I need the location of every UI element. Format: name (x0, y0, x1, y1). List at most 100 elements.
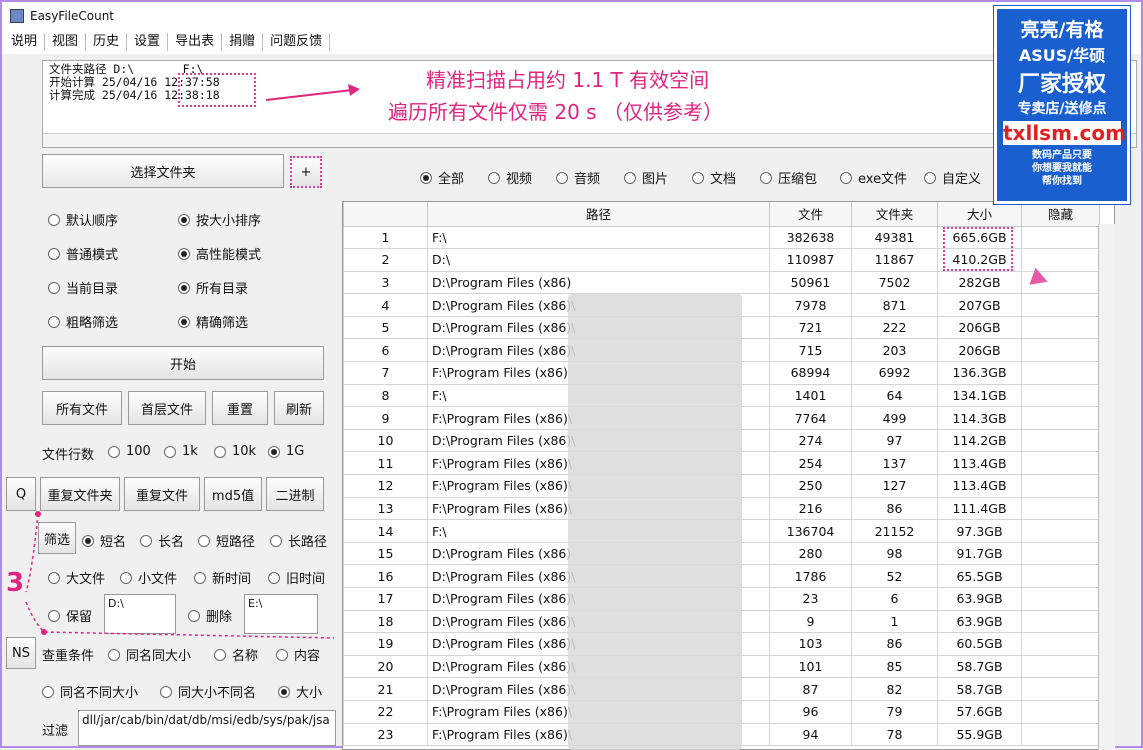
rows-1k-label: 1k (182, 444, 198, 459)
row-folders: 499 (851, 406, 938, 430)
type-document-radio[interactable]: 文档 (692, 168, 736, 187)
table-vscrollbar[interactable] (1098, 224, 1115, 750)
rows-100-label: 100 (126, 444, 151, 459)
select-folder-button[interactable]: 选择文件夹 (42, 154, 284, 188)
type-archive-radio[interactable]: 压缩包 (760, 168, 817, 187)
all-files-button[interactable]: 所有文件 (42, 391, 122, 425)
badge-line-6b: 你想要我就能 (1032, 163, 1092, 174)
badge-line-3: 厂家授权 (1017, 72, 1106, 97)
row-index: 15 (343, 541, 428, 566)
table-row[interactable]: 3 D:\Program Files (x86) 50961 7502 282GB (343, 270, 1100, 295)
same-size-diff-name-label: 同大小不同名 (178, 686, 257, 701)
row-size: 63.9GB (937, 609, 1022, 634)
size-radio[interactable]: 大小 (278, 682, 322, 701)
row-size: 111.4GB (937, 496, 1022, 521)
header-hidden[interactable]: 隐藏 (1021, 202, 1100, 227)
type-all-label: 全部 (438, 172, 465, 187)
rows-1g-radio[interactable]: 1G (268, 444, 304, 459)
row-size: 60.5GB (937, 632, 1022, 656)
row-index: 23 (343, 722, 428, 747)
row-files: 68994 (769, 361, 852, 385)
row-index: 5 (343, 315, 428, 340)
same-name-size-radio[interactable]: 同名同大小 (108, 645, 191, 664)
header-path[interactable]: 路径 (427, 202, 770, 227)
row-files: 50961 (769, 270, 852, 295)
filter-rough-label: 粗略筛选 (66, 316, 119, 331)
row-folders: 82 (851, 677, 938, 701)
type-video-radio[interactable]: 视频 (488, 168, 532, 187)
menu-history[interactable]: 历史 (86, 33, 128, 51)
mode-normal-radio[interactable]: 普通模式 (48, 244, 118, 263)
row-index: 13 (343, 496, 428, 521)
type-audio-radio[interactable]: 音频 (556, 168, 600, 187)
filter-input[interactable]: dll/jar/cab/bin/dat/db/msi/edb/sys/pak/j… (78, 710, 336, 746)
row-files: 1786 (769, 564, 852, 588)
row-folders: 64 (851, 383, 938, 408)
row-hidden (1021, 383, 1100, 408)
row-files: 280 (769, 541, 852, 566)
sort-size-radio[interactable]: 按大小排序 (178, 210, 261, 229)
menu-view[interactable]: 视图 (45, 33, 87, 51)
menu-export[interactable]: 导出表 (168, 33, 223, 51)
row-folders: 127 (851, 474, 938, 498)
type-audio-label: 音频 (574, 172, 601, 187)
dir-current-radio[interactable]: 当前目录 (48, 278, 118, 297)
row-size: 58.7GB (937, 677, 1022, 701)
same-name-diff-size-radio[interactable]: 同名不同大小 (42, 682, 138, 701)
type-image-radio[interactable]: 图片 (624, 168, 668, 187)
content-radio[interactable]: 内容 (276, 645, 320, 664)
refresh-button[interactable]: 刷新 (274, 391, 324, 425)
row-index: 8 (343, 383, 428, 408)
dir-all-radio[interactable]: 所有目录 (178, 278, 248, 297)
type-archive-label: 压缩包 (778, 172, 818, 187)
row-hidden (1021, 541, 1100, 566)
header-folders[interactable]: 文件夹 (851, 202, 938, 227)
row-index: 17 (343, 587, 428, 611)
rows-10k-radio[interactable]: 10k (214, 444, 256, 459)
row-size: 114.2GB (937, 428, 1022, 453)
badge-line-6: 数码产品只要 你想要我就能 帮你找到 (997, 149, 1127, 188)
name-radio[interactable]: 名称 (214, 645, 258, 664)
row-size: 206GB (937, 338, 1022, 363)
sort-default-radio[interactable]: 默认顺序 (48, 210, 118, 229)
header-size[interactable]: 大小 (937, 202, 1022, 227)
reset-button[interactable]: 重置 (212, 391, 268, 425)
ns-button[interactable]: NS (6, 637, 36, 669)
row-folders: 49381 (851, 225, 938, 250)
type-exe-radio[interactable]: exe文件 (840, 168, 907, 187)
start-button[interactable]: 开始 (42, 346, 324, 380)
rows-label: 文件行数 (42, 448, 95, 463)
filter-rough-radio[interactable]: 粗略筛选 (48, 312, 118, 331)
row-hidden (1021, 632, 1100, 656)
menu-feedback[interactable]: 问题反馈 (263, 33, 331, 51)
header-files[interactable]: 文件 (769, 202, 852, 227)
rows-100-radio[interactable]: 100 (108, 444, 151, 459)
row-folders: 222 (851, 315, 938, 340)
row-folders: 79 (851, 699, 938, 724)
row-files: 9 (769, 609, 852, 634)
rows-1k-radio[interactable]: 1k (164, 444, 198, 459)
type-custom-label: 自定义 (942, 172, 982, 187)
badge-line-4: 专卖店/送修点 (1017, 101, 1107, 117)
add-folder-button[interactable]: + (290, 156, 322, 188)
row-size: 207GB (937, 293, 1022, 317)
row-path: D:\ (427, 248, 770, 272)
filter-precise-radio[interactable]: 精确筛选 (178, 312, 248, 331)
row-index: 7 (343, 361, 428, 385)
same-size-diff-name-radio[interactable]: 同大小不同名 (160, 682, 256, 701)
menu-settings[interactable]: 设置 (127, 33, 169, 51)
type-all-radio[interactable]: 全部 (420, 168, 464, 187)
row-folders: 78 (851, 722, 938, 747)
type-custom-radio[interactable]: 自定义 (924, 168, 981, 187)
menu-help[interactable]: 说明 (4, 33, 46, 51)
promo-badge: 亮亮/有格 ASUS/华硕 厂家授权 专卖店/送修点 txllsm.com 数码… (994, 6, 1130, 204)
menu-donate[interactable]: 捐赠 (222, 33, 264, 51)
header-index[interactable] (343, 202, 428, 227)
log-hscrollbar[interactable] (43, 133, 1136, 147)
first-level-files-button[interactable]: 首层文件 (128, 391, 206, 425)
row-hidden (1021, 338, 1100, 363)
time-highlight (178, 73, 256, 107)
mode-fast-radio[interactable]: 高性能模式 (178, 244, 261, 263)
row-index: 21 (343, 677, 428, 701)
row-index: 4 (343, 293, 428, 317)
